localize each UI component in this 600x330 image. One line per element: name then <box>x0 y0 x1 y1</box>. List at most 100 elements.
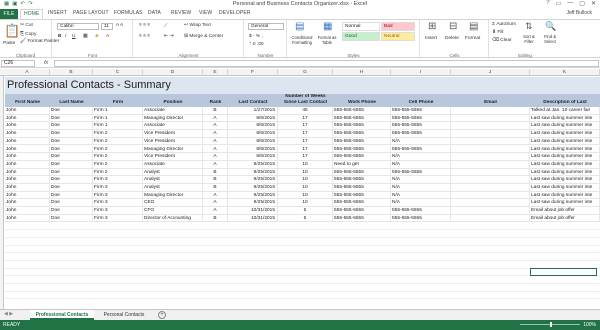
cell-last-name[interactable]: Doe <box>50 153 93 161</box>
cell-description[interactable]: Last saw during summer inte <box>530 114 600 123</box>
cell-firm[interactable]: Firm 3 <box>93 184 143 192</box>
cell-firm[interactable]: Firm 2 <box>93 137 143 146</box>
cell-firm[interactable]: Firm 1 <box>93 107 143 115</box>
cell-rank[interactable]: B <box>203 184 228 192</box>
sort-filter-icon[interactable]: ⇅ <box>525 22 533 31</box>
empty-row[interactable] <box>5 292 600 300</box>
indent-icons[interactable]: ⇤ ⇥ <box>164 34 173 39</box>
cell-cell-phone[interactable]: N/A <box>391 153 451 161</box>
cell-rank[interactable]: A <box>203 130 228 138</box>
cell-first-name[interactable]: John <box>5 130 50 138</box>
cell-last-contact[interactable]: 8/6/2015 <box>228 145 278 154</box>
cell-last-contact[interactable]: 8/6/2015 <box>228 137 278 146</box>
format-as-table-icon[interactable]: ▦ <box>323 22 332 32</box>
cell-description[interactable]: Last saw during summer inte <box>530 137 600 146</box>
cell-firm[interactable]: Firm 3 <box>93 207 143 215</box>
cell-email[interactable] <box>451 160 530 169</box>
cell-firm[interactable]: Firm 2 <box>93 160 143 169</box>
empty-row[interactable] <box>5 276 600 285</box>
header-firm[interactable]: Firm <box>93 100 143 105</box>
cell-description[interactable]: Last saw during summer inte <box>530 160 600 169</box>
formula-input[interactable] <box>54 60 599 67</box>
cell-position[interactable]: CFO <box>143 207 203 215</box>
cell-weeks-since[interactable]: 17 <box>278 130 333 138</box>
autosum-button[interactable]: Σ AutoSum <box>492 22 516 27</box>
style-bad[interactable]: Bad <box>381 22 415 31</box>
cell-last-contact[interactable]: 10/31/2015 <box>228 207 278 215</box>
help-button[interactable]: ? <box>546 0 549 7</box>
cell-work-phone[interactable]: 555-555-5555 <box>333 214 391 223</box>
number-format-select[interactable]: General <box>248 23 284 30</box>
empty-row[interactable] <box>5 238 600 246</box>
fx-icon[interactable]: fx <box>44 60 48 66</box>
cell-cell-phone[interactable]: 555-555-5555 <box>391 168 451 177</box>
cell-description[interactable]: Last saw during summer inte <box>530 184 600 192</box>
cell-firm[interactable]: Firm 1 <box>93 122 143 131</box>
underline-button[interactable]: U <box>72 34 75 39</box>
wrap-text-button[interactable]: ↩ Wrap Text <box>184 23 211 28</box>
find-select-icon[interactable]: 🔍 <box>545 22 556 31</box>
clear-button[interactable]: ⌫ Clear <box>492 38 512 43</box>
cell-weeks-since[interactable]: 45 <box>278 107 333 115</box>
delete-cells-button[interactable]: Delete <box>445 36 459 41</box>
column-header[interactable]: K <box>530 69 600 76</box>
cell-weeks-since[interactable]: 10 <box>278 168 333 177</box>
cell-email[interactable] <box>451 145 530 154</box>
cell-position[interactable]: Analyst <box>143 168 203 177</box>
font-color-icon[interactable]: A <box>106 34 109 39</box>
cell-firm[interactable]: Firm 2 <box>93 168 143 177</box>
cell-weeks-since[interactable]: 10 <box>278 199 333 208</box>
cell-first-name[interactable]: John <box>5 107 50 115</box>
cell-description[interactable]: Last saw during summer inte <box>530 191 600 200</box>
cell-position[interactable]: Associate <box>143 122 203 131</box>
header-since-last-contact[interactable]: Since Last Contact <box>278 100 333 105</box>
empty-row[interactable] <box>5 230 600 238</box>
insert-cells-button[interactable]: Insert <box>425 36 437 41</box>
cell-work-phone[interactable]: 555-555-5555 <box>333 122 391 131</box>
cell-position[interactable]: Analyst <box>143 176 203 184</box>
cell-email[interactable] <box>451 184 530 192</box>
cell-description[interactable]: Last saw during summer inte <box>530 145 600 154</box>
cell-first-name[interactable]: John <box>5 145 50 154</box>
merge-center-button[interactable]: ⊞ Merge & Center <box>184 34 223 39</box>
cell-rank[interactable]: A <box>203 122 228 131</box>
cell-email[interactable] <box>451 114 530 123</box>
sheet-tab-professional-contacts[interactable]: Professional Contacts <box>30 310 94 320</box>
header-work-phone[interactable]: Work Phone <box>333 100 391 105</box>
cell-cell-phone[interactable]: 555-555-5555 <box>391 107 451 115</box>
cell-last-contact[interactable]: 9/25/2015 <box>228 176 278 184</box>
cell-position[interactable]: Associate <box>143 107 203 115</box>
column-header[interactable]: G <box>278 69 333 76</box>
align-top-icons[interactable]: ≡ ≡ ≡ <box>139 23 150 28</box>
cell-work-phone[interactable]: 555-555-5555 <box>333 199 391 208</box>
user-name[interactable]: Jeff Bullock <box>567 10 592 16</box>
cell-last-name[interactable]: Doe <box>50 130 93 138</box>
style-good[interactable]: Good <box>342 32 380 41</box>
cell-description[interactable]: Last saw during summer inte <box>530 168 600 177</box>
cell-weeks-since[interactable]: 17 <box>278 114 333 123</box>
cell-firm[interactable]: Firm 2 <box>93 130 143 138</box>
font-name-select[interactable]: Calibri <box>57 23 99 30</box>
close-button[interactable]: ✕ <box>591 0 596 7</box>
cell-cell-phone[interactable]: N/A <box>391 191 451 200</box>
cell-last-name[interactable]: Doe <box>50 114 93 123</box>
cell-email[interactable] <box>451 191 530 200</box>
cell-work-phone[interactable]: 555-555-5555 <box>333 191 391 200</box>
cell-cell-phone[interactable]: N/A <box>391 199 451 208</box>
cell-cell-phone[interactable]: 555-555-5555 <box>391 114 451 123</box>
paste-label[interactable]: Paste <box>3 41 15 46</box>
cell-work-phone[interactable]: 555-555-5555 <box>333 184 391 192</box>
cell-work-phone[interactable]: 555-555-5555 <box>333 207 391 215</box>
cell-position[interactable]: Vice President <box>143 153 203 161</box>
add-sheet-icon[interactable]: + <box>158 311 166 319</box>
cell-firm[interactable]: Firm 3 <box>93 176 143 184</box>
column-header[interactable]: H <box>333 69 391 76</box>
cell-firm[interactable]: Firm 3 <box>93 214 143 223</box>
cell-work-phone[interactable]: 555-555-5555 <box>333 168 391 177</box>
cell-last-name[interactable]: Doe <box>50 168 93 177</box>
fill-button[interactable]: ⬇ Fill <box>492 30 504 35</box>
cell-position[interactable]: Associate <box>143 160 203 169</box>
cell-first-name[interactable]: John <box>5 137 50 146</box>
cell-last-contact[interactable]: 8/6/2015 <box>228 122 278 131</box>
cell-first-name[interactable]: John <box>5 207 50 215</box>
